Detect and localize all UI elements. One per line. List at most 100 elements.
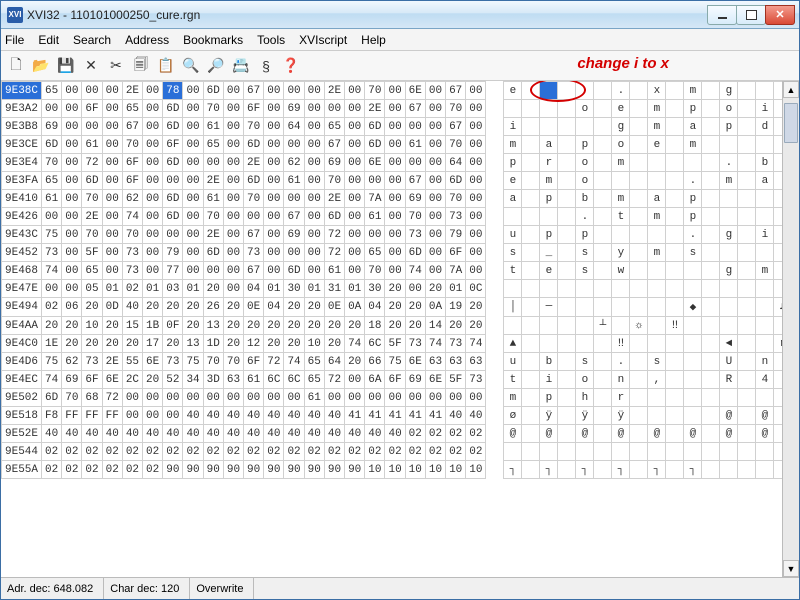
hex-byte[interactable]: 00 [425, 118, 445, 136]
hex-byte[interactable]: 01 [345, 280, 365, 298]
ascii-char[interactable]: e [504, 82, 522, 100]
hex-byte[interactable]: 20 [345, 317, 365, 335]
hex-byte[interactable]: 40 [264, 425, 284, 443]
hex-byte[interactable]: 2E [365, 100, 385, 118]
hex-byte[interactable]: 6F [82, 371, 102, 389]
hex-byte[interactable]: 00 [223, 136, 243, 154]
hex-byte[interactable]: 70 [405, 208, 425, 226]
hex-byte[interactable]: 70 [203, 208, 223, 226]
hex-byte[interactable]: 6D [42, 136, 62, 154]
ascii-char[interactable] [612, 317, 630, 335]
address-cell[interactable]: 9E3B8 [2, 118, 42, 136]
hex-byte[interactable]: 55 [122, 353, 142, 371]
menu-help[interactable]: Help [361, 33, 386, 47]
ascii-char[interactable] [756, 298, 774, 317]
hex-byte[interactable]: 61 [365, 208, 385, 226]
hex-byte[interactable]: 73 [446, 208, 466, 226]
hex-byte[interactable]: 61 [203, 190, 223, 208]
hex-byte[interactable]: 00 [183, 100, 203, 118]
hex-byte[interactable]: 6F [163, 136, 183, 154]
hex-byte[interactable]: 20 [466, 317, 486, 335]
hex-byte[interactable]: 6D [405, 244, 425, 262]
ascii-char[interactable] [630, 244, 648, 262]
ascii-char[interactable]: U [720, 353, 738, 371]
ascii-char[interactable] [738, 244, 756, 262]
hex-byte[interactable]: 00 [385, 82, 405, 100]
ascii-char[interactable] [540, 100, 558, 118]
hex-byte[interactable]: 73 [163, 353, 183, 371]
hex-byte[interactable]: 00 [466, 136, 486, 154]
hex-byte[interactable]: 2E [82, 208, 102, 226]
hex-byte[interactable]: 00 [405, 280, 425, 298]
hex-byte[interactable]: 00 [466, 262, 486, 280]
hex-byte[interactable]: 72 [102, 389, 122, 407]
address-cell[interactable]: 9E4AA [2, 317, 42, 335]
hex-byte[interactable]: 00 [425, 154, 445, 172]
address-cell[interactable]: 9E38C [2, 82, 42, 100]
ascii-char[interactable] [522, 82, 540, 100]
hex-byte[interactable]: 64 [284, 118, 304, 136]
ascii-char[interactable] [630, 190, 648, 208]
hex-byte[interactable]: 00 [62, 244, 82, 262]
ascii-char[interactable] [774, 190, 782, 208]
hex-byte[interactable]: 70 [122, 226, 142, 244]
hex-byte[interactable]: 02 [405, 443, 425, 461]
hex-byte[interactable]: 65 [324, 118, 344, 136]
ascii-char[interactable]: o [576, 100, 594, 118]
hex-byte[interactable]: 15 [122, 317, 142, 335]
ascii-char[interactable]: m [540, 172, 558, 190]
ascii-char[interactable]: e [540, 262, 558, 280]
hex-byte[interactable]: 02 [466, 443, 486, 461]
ascii-char[interactable] [630, 443, 648, 461]
hex-byte[interactable]: 01 [143, 280, 163, 298]
hex-byte[interactable]: 00 [385, 136, 405, 154]
ascii-char[interactable] [630, 118, 648, 136]
hex-byte[interactable]: 00 [62, 154, 82, 172]
hex-byte[interactable]: 6F [244, 100, 264, 118]
ascii-char[interactable] [594, 172, 612, 190]
ascii-char[interactable] [648, 443, 666, 461]
ascii-char[interactable] [504, 100, 522, 118]
hex-byte[interactable]: 63 [223, 371, 243, 389]
address-cell[interactable]: 9E468 [2, 262, 42, 280]
hex-byte[interactable]: 00 [345, 262, 365, 280]
hex-byte[interactable]: 20 [42, 317, 62, 335]
hex-byte[interactable]: 00 [345, 172, 365, 190]
ascii-char[interactable] [522, 407, 540, 425]
ascii-char[interactable] [576, 298, 594, 317]
hex-byte[interactable]: 61 [304, 389, 324, 407]
ascii-char[interactable]: s [684, 244, 702, 262]
ascii-char[interactable]: p [540, 389, 558, 407]
ascii-char[interactable]: ♫ [774, 298, 782, 317]
hex-byte[interactable]: 00 [102, 208, 122, 226]
ascii-char[interactable] [720, 461, 738, 479]
hex-byte[interactable]: 00 [102, 118, 122, 136]
ascii-char[interactable] [594, 100, 612, 118]
hex-byte[interactable]: 69 [42, 118, 62, 136]
ascii-char[interactable]: @ [540, 425, 558, 443]
hex-byte[interactable]: 61 [82, 136, 102, 154]
hex-byte[interactable]: 20 [385, 280, 405, 298]
ascii-char[interactable] [756, 136, 774, 154]
hex-byte[interactable]: 6D [203, 82, 223, 100]
hex-byte[interactable]: 00 [102, 100, 122, 118]
ascii-char[interactable]: @ [576, 425, 594, 443]
hex-byte[interactable]: 20 [284, 298, 304, 317]
ascii-char[interactable] [522, 136, 540, 154]
ascii-char[interactable] [738, 461, 756, 479]
hex-byte[interactable]: 10 [466, 461, 486, 479]
hex-byte[interactable]: 74 [42, 371, 62, 389]
hex-byte[interactable]: 20 [183, 317, 203, 335]
hex-byte[interactable]: 65 [82, 262, 102, 280]
ascii-char[interactable]: a [684, 118, 702, 136]
ascii-char[interactable] [648, 154, 666, 172]
hex-byte[interactable]: 02 [143, 443, 163, 461]
ascii-char[interactable] [648, 226, 666, 244]
hex-byte[interactable]: 00 [143, 208, 163, 226]
ascii-char[interactable] [756, 443, 774, 461]
hex-byte[interactable]: 6D [244, 136, 264, 154]
ascii-char[interactable] [684, 389, 702, 407]
hex-byte[interactable]: 00 [264, 226, 284, 244]
hex-byte[interactable]: 00 [62, 208, 82, 226]
ascii-char[interactable] [522, 100, 540, 118]
